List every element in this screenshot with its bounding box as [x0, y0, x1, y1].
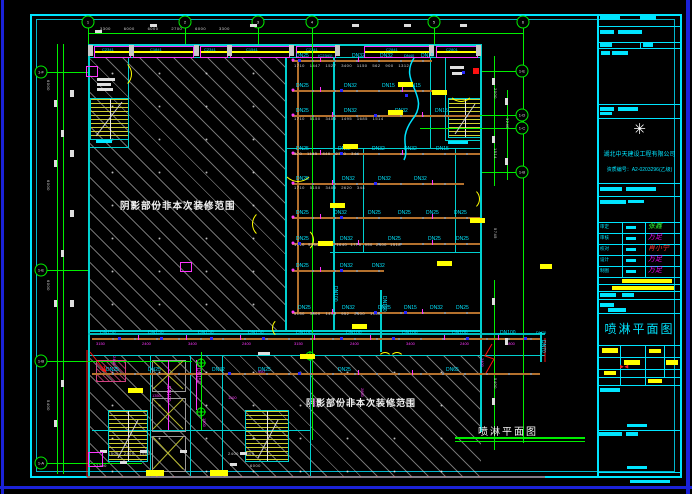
pipe-curve: [404, 58, 419, 160]
elevator-x-icon: [153, 361, 183, 469]
stair-arrow: [96, 102, 475, 458]
drawing-sheet: ✳ 湖北中天建设工程有限公司 资质编号：A2-0203296(乙级) 审定 张鑫…: [0, 0, 692, 494]
renovation-boundary: [87, 338, 545, 477]
plan-caption: 喷淋平面图: [478, 423, 538, 438]
sprinkler-head-icon: [196, 351, 315, 417]
plan-linework: [0, 0, 692, 494]
riser-node: [292, 59, 295, 314]
